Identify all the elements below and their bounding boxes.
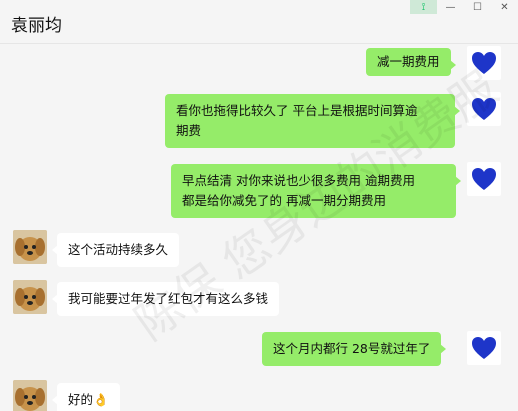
blue-heart-icon [472,337,496,359]
message-text: 减一期费用 [377,54,440,69]
blue-heart-icon [472,98,496,120]
pin-icon[interactable]: ⟟ [410,0,437,14]
maximize-icon[interactable]: ☐ [464,0,491,14]
message-bubble-received[interactable]: 好的👌 [52,383,120,411]
message-text-line: 看你也拖得比较久了 平台上是根据时间算逾 [176,103,418,118]
message-bubble-sent[interactable]: 看你也拖得比较久了 平台上是根据时间算逾 期费 [165,94,460,148]
avatar-me[interactable] [467,92,501,126]
message-bubble-received[interactable]: 这个活动持续多久 [51,233,180,267]
message-bubble-sent[interactable]: 早点结清 对你来说也少很多费用 逾期费用 都是给你减免了的 再减一期分期费用 [171,164,461,218]
message-text-line: 期费 [176,123,202,138]
avatar-me[interactable] [467,331,501,365]
message-bubble-received[interactable]: 我可能要过年发了红包才有这么多钱 [51,282,280,316]
message-text-line: 都是给你减免了的 再减一期分期费用 [182,193,386,208]
dog-photo-icon [13,380,47,411]
window-controls: ⟟ — ☐ ✕ [410,0,518,14]
dog-photo-icon [13,230,47,264]
message-text: 这个月内都行 28号就过年了 [273,341,431,356]
message-bubble-sent[interactable]: 减一期费用 [366,48,456,76]
avatar-me[interactable] [467,162,501,196]
minimize-icon[interactable]: — [437,0,464,14]
avatar-me[interactable] [467,46,501,80]
avatar-contact[interactable] [13,280,47,314]
chat-area[interactable]: 减一期费用 看你也拖得比较久了 平台上是根据时间算逾 期费 早点结清 对你来说也… [0,44,518,411]
blue-heart-icon [472,52,496,74]
blue-heart-icon [472,168,496,190]
dog-photo-icon [13,280,47,314]
message-text-line: 早点结清 对你来说也少很多费用 逾期费用 [182,173,415,188]
close-icon[interactable]: ✕ [491,0,518,14]
message-bubble-sent[interactable]: 这个月内都行 28号就过年了 [262,332,447,366]
chat-title: 袁丽均 [11,16,62,36]
avatar-contact[interactable] [13,230,47,264]
message-text: 这个活动持续多久 [68,242,169,257]
avatar-contact[interactable] [13,380,47,411]
message-text: 好的👌 [68,392,109,407]
message-text: 我可能要过年发了红包才有这么多钱 [68,291,269,306]
title-bar: 袁丽均 ⟟ — ☐ ✕ [0,0,518,44]
